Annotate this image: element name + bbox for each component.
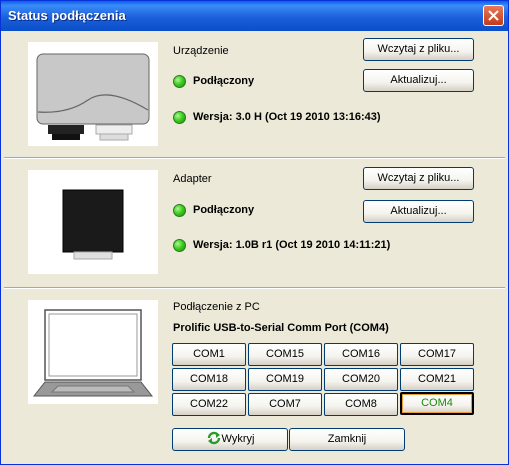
refresh-icon xyxy=(207,431,220,445)
com-port-button[interactable]: COM1 xyxy=(172,343,246,366)
laptop-icon xyxy=(32,309,154,397)
com-port-button[interactable]: COM8 xyxy=(324,393,398,416)
adapter-update-button[interactable]: Aktualizuj... xyxy=(363,200,474,223)
detect-button[interactable]: Wykryj xyxy=(172,428,288,451)
com-port-button[interactable]: COM15 xyxy=(248,343,322,366)
adapter-version-led-icon xyxy=(173,239,186,252)
adapter-version: Wersja: 1.0B r1 (Oct 19 2010 14:11:21) xyxy=(193,239,391,251)
pc-connection-section: Podłączenie z PC Prolific USB-to-Serial … xyxy=(4,289,505,462)
title-bar[interactable]: Status podłączenia xyxy=(1,1,508,31)
com-port-button[interactable]: COM18 xyxy=(172,368,246,391)
device-status: Podłączony xyxy=(193,75,255,87)
com-port-button[interactable]: COM22 xyxy=(172,393,246,416)
adapter-section: Adapter Podłączony Wersja: 1.0B r1 (Oct … xyxy=(4,159,505,287)
com-port-button[interactable]: COM19 xyxy=(248,368,322,391)
adapter-status: Podłączony xyxy=(193,204,255,216)
window-title: Status podłączenia xyxy=(8,8,126,23)
detect-button-label: Wykryj xyxy=(221,433,255,445)
device-heading: Urządzenie xyxy=(173,45,229,57)
com-port-button[interactable]: COM17 xyxy=(400,343,474,366)
port-name: Prolific USB-to-Serial Comm Port (COM4) xyxy=(173,322,389,334)
dialog-content: Urządzenie Podłączony Wersja: 3.0 H (Oct… xyxy=(4,31,505,462)
device-version: Wersja: 3.0 H (Oct 19 2010 13:16:43) xyxy=(193,111,381,123)
pc-image xyxy=(28,300,158,404)
com-port-button-selected[interactable]: COM4 xyxy=(400,392,474,415)
pc-heading: Podłączenie z PC xyxy=(173,301,260,313)
adapter-image xyxy=(28,170,158,274)
device-section: Urządzenie Podłączony Wersja: 3.0 H (Oct… xyxy=(4,31,505,156)
close-window-button[interactable] xyxy=(483,5,504,26)
device-status-led-icon xyxy=(173,75,186,88)
adapter-status-led-icon xyxy=(173,204,186,217)
adapter-load-from-file-button[interactable]: Wczytaj z pliku... xyxy=(363,167,474,190)
adapter-heading: Adapter xyxy=(173,173,212,185)
device-update-button[interactable]: Aktualizuj... xyxy=(363,69,474,92)
com-port-button[interactable]: COM21 xyxy=(400,368,474,391)
close-icon xyxy=(488,10,499,21)
status-window: Status podłączenia Urządzenie Podłączony… xyxy=(0,0,509,465)
close-button[interactable]: Zamknij xyxy=(289,428,405,451)
device-icon xyxy=(36,53,150,141)
com-port-button[interactable]: COM7 xyxy=(248,393,322,416)
device-load-from-file-button[interactable]: Wczytaj z pliku... xyxy=(363,38,474,61)
com-port-button[interactable]: COM20 xyxy=(324,368,398,391)
device-version-led-icon xyxy=(173,111,186,124)
com-port-button[interactable]: COM16 xyxy=(324,343,398,366)
device-image xyxy=(28,42,158,146)
adapter-icon xyxy=(62,189,124,260)
